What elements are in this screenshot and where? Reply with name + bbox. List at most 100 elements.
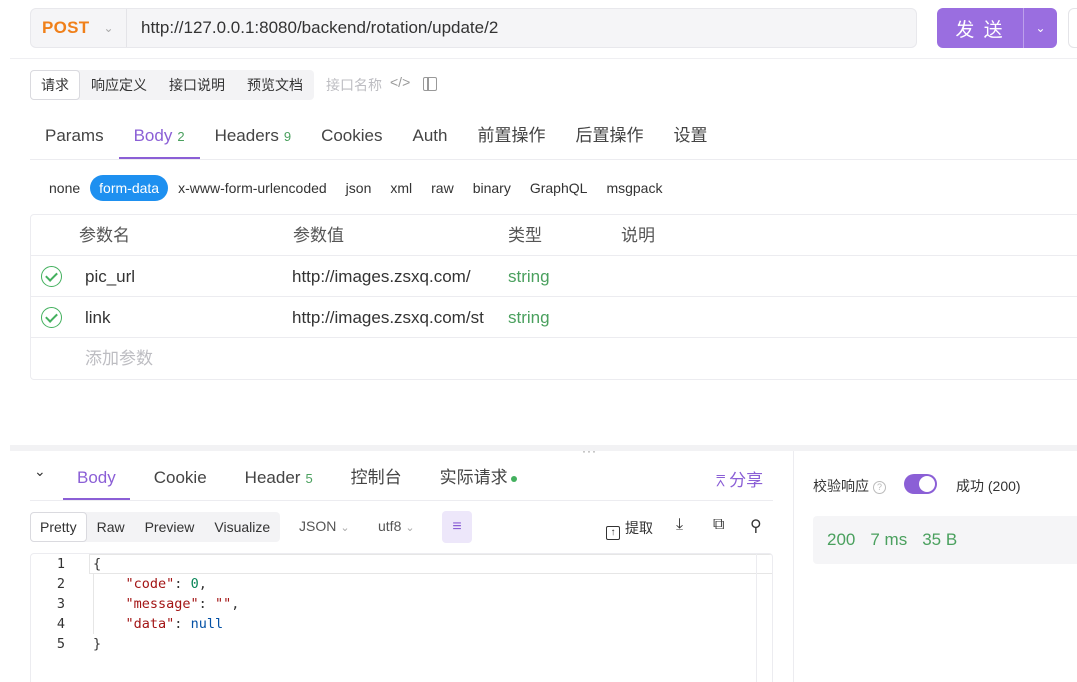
- share-button[interactable]: ⩞ 分享: [716, 466, 763, 491]
- chevron-down-icon: ⌄: [103, 21, 114, 35]
- extract-icon: ↑: [606, 526, 620, 540]
- param-type[interactable]: string: [508, 256, 550, 297]
- verify-toggle[interactable]: [904, 474, 937, 494]
- format-visualize[interactable]: Visualize: [204, 512, 280, 542]
- tab-post-operations[interactable]: 后置操作: [560, 112, 658, 159]
- search-icon[interactable]: ⚲: [750, 516, 762, 536]
- doc-tabs: 请求 响应定义 接口说明 预览文档: [30, 70, 314, 100]
- format-tabs: Pretty Raw Preview Visualize: [30, 512, 281, 542]
- tab-label: 控制台: [350, 468, 402, 487]
- copy-icon[interactable]: ⧉: [713, 516, 724, 534]
- tab-label: Cookies: [321, 126, 383, 145]
- response-code-viewer[interactable]: 1 2 3 4 5 { "code": 0, "message": "", "d…: [30, 553, 773, 682]
- param-value[interactable]: http://images.zsxq.com/st: [292, 297, 484, 338]
- tab-settings[interactable]: 设置: [658, 112, 722, 159]
- doc-tab-request[interactable]: 请求: [30, 70, 80, 100]
- response-tab-console[interactable]: 控制台: [337, 456, 416, 500]
- code-line: "message": "",: [125, 596, 240, 612]
- response-status-bar: 200 7 ms 35 B: [813, 516, 1077, 564]
- column-header-description: 说明: [621, 226, 655, 245]
- response-tab-body[interactable]: Body: [63, 456, 130, 500]
- tab-auth[interactable]: Auth: [397, 112, 462, 159]
- body-type-selector: none form-data x-www-form-urlencoded jso…: [40, 175, 672, 201]
- chevron-down-icon: ⌄: [340, 522, 350, 534]
- send-button[interactable]: 发 送: [937, 8, 1023, 48]
- help-icon[interactable]: ?: [873, 481, 886, 494]
- checkmark-circle-icon[interactable]: [41, 307, 62, 328]
- body-type-binary[interactable]: binary: [464, 175, 520, 201]
- body-type-msgpack[interactable]: msgpack: [597, 175, 671, 201]
- tab-label: 后置操作: [575, 126, 644, 145]
- download-icon[interactable]: ⤓: [676, 516, 683, 534]
- top-divider: [10, 58, 1077, 59]
- method-select[interactable]: POST ⌄: [31, 9, 127, 47]
- body-type-xml[interactable]: xml: [381, 175, 421, 201]
- panel-toggle-icon[interactable]: [423, 77, 437, 91]
- send-options-chevron-icon[interactable]: ⌄: [1023, 8, 1057, 48]
- save-button[interactable]: [1068, 8, 1077, 48]
- tab-cookies[interactable]: Cookies: [306, 112, 397, 159]
- param-value[interactable]: http://images.zsxq.com/: [292, 256, 471, 297]
- add-param-input[interactable]: 添加参数: [85, 338, 153, 379]
- format-raw[interactable]: Raw: [87, 512, 135, 542]
- param-name[interactable]: link: [85, 297, 111, 338]
- verify-result: 成功 (200): [956, 478, 1021, 494]
- word-wrap-icon[interactable]: ≡: [442, 511, 472, 543]
- body-type-graphql[interactable]: GraphQL: [521, 175, 597, 201]
- response-time: 7 ms: [870, 530, 908, 549]
- body-type-none[interactable]: none: [40, 175, 89, 201]
- tab-body[interactable]: Body 2: [118, 112, 200, 159]
- encoding-value: utf8: [378, 518, 402, 534]
- body-type-raw[interactable]: raw: [422, 175, 463, 201]
- interface-name-input[interactable]: 接口名称: [326, 75, 382, 95]
- status-code: 200: [827, 530, 856, 549]
- doc-tab-interface-doc[interactable]: 接口说明: [158, 70, 236, 100]
- method-label: POST: [42, 18, 90, 37]
- verify-label: 校验响应: [813, 478, 869, 494]
- encoding-select[interactable]: utf8 ⌄: [378, 518, 415, 534]
- table-row: pic_url http://images.zsxq.com/ string: [31, 256, 1077, 297]
- line-number: 1: [56, 556, 65, 572]
- collapse-chevron-icon[interactable]: ⌄: [34, 463, 46, 480]
- line-number: 3: [56, 596, 65, 612]
- tab-label: 前置操作: [477, 126, 546, 145]
- format-preview[interactable]: Preview: [135, 512, 205, 542]
- tab-count-badge: 5: [305, 471, 313, 486]
- tab-label: Params: [45, 126, 104, 145]
- body-type-urlencoded[interactable]: x-www-form-urlencoded: [169, 175, 336, 201]
- tab-label: Body: [133, 126, 173, 145]
- response-tab-header[interactable]: Header 5: [231, 456, 327, 500]
- panel-splitter[interactable]: [10, 445, 1077, 451]
- doc-tab-response-definition[interactable]: 响应定义: [80, 70, 158, 100]
- current-line-highlight: [89, 554, 772, 574]
- tab-pre-operations[interactable]: 前置操作: [462, 112, 560, 159]
- extract-button[interactable]: ↑ 提取: [606, 518, 653, 540]
- param-type[interactable]: string: [508, 297, 550, 338]
- response-tab-actual-request[interactable]: 实际请求: [426, 456, 531, 500]
- status-dot-icon: [510, 475, 517, 482]
- language-select[interactable]: JSON ⌄: [299, 518, 350, 534]
- body-type-json[interactable]: json: [337, 175, 381, 201]
- tab-params[interactable]: Params: [30, 112, 119, 159]
- param-name[interactable]: pic_url: [85, 256, 135, 297]
- doc-tab-preview-doc[interactable]: 预览文档: [236, 70, 314, 100]
- tab-headers[interactable]: Headers 9: [200, 112, 307, 159]
- tab-label: Cookie: [153, 468, 207, 487]
- column-header-name: 参数名: [79, 226, 130, 245]
- vertical-divider: [793, 451, 794, 682]
- code-icon[interactable]: </>: [390, 74, 410, 90]
- line-number: 2: [56, 576, 65, 592]
- tab-label: Body: [77, 468, 116, 487]
- body-type-form-data[interactable]: form-data: [90, 175, 169, 201]
- url-bar: POST ⌄ http://127.0.0.1:8080/backend/rot…: [30, 8, 917, 48]
- response-size: 35 B: [922, 530, 958, 549]
- vertical-scrollbar[interactable]: [756, 554, 772, 682]
- verify-response-label: 校验响应?: [813, 476, 886, 496]
- drag-handle-icon[interactable]: ···: [582, 444, 597, 458]
- checkmark-circle-icon[interactable]: [41, 266, 62, 287]
- format-pretty[interactable]: Pretty: [30, 512, 87, 542]
- url-input[interactable]: http://127.0.0.1:8080/backend/rotation/u…: [127, 18, 498, 38]
- response-tab-cookie[interactable]: Cookie: [140, 456, 221, 500]
- chevron-down-icon: ⌄: [405, 522, 415, 534]
- line-number: 4: [56, 616, 65, 632]
